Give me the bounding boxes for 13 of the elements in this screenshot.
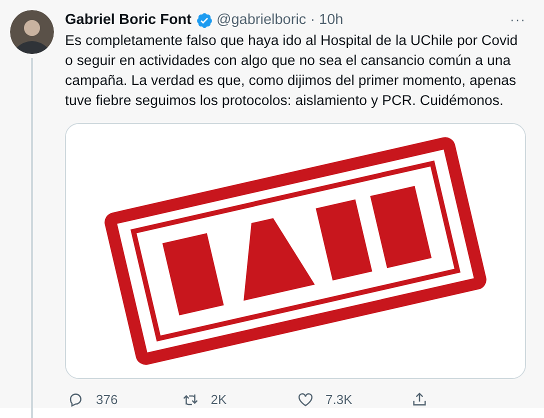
- action-count: 376: [96, 392, 118, 407]
- heart-icon[interactable]: [296, 391, 314, 408]
- handle[interactable]: @gabrielboric: [216, 11, 306, 29]
- separator: ·: [310, 11, 316, 29]
- avatar[interactable]: [10, 10, 54, 54]
- action-count: 2K: [210, 392, 227, 407]
- author-name[interactable]: Gabriel Boric Font: [65, 11, 192, 29]
- reply-icon[interactable]: [67, 391, 84, 408]
- share-icon[interactable]: [411, 391, 428, 408]
- action-count: 7.3K: [326, 392, 352, 407]
- timestamp[interactable]: 10h: [319, 11, 344, 29]
- tweet-text: Es completamente falso que haya ido al Hospital de la UChile por Covid o seguir en actividades con algo que no sea el cansancio común a una campaña. La verdad es que, como dijimos del primer momento, apenas tuve fiebre seguimos los protocolos: aislamiento y PCR. Cuidémonos.: [65, 32, 519, 111]
- more-button[interactable]: ···: [510, 11, 526, 29]
